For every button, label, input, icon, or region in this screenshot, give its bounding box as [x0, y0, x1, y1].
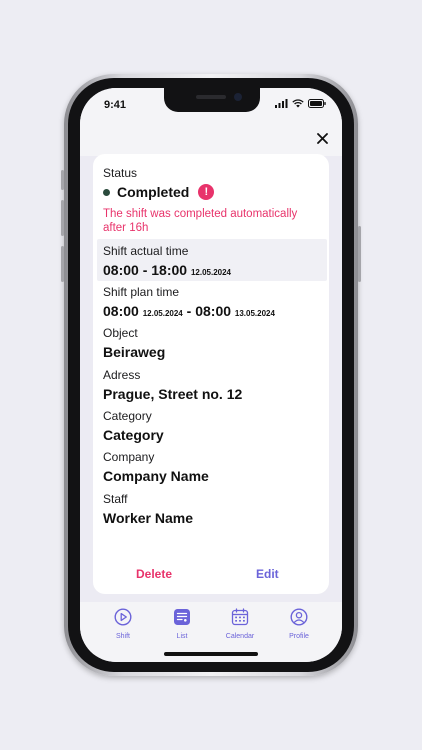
address-value: Prague, Street no. 12	[103, 386, 243, 402]
front-camera	[234, 93, 242, 101]
signal-icon	[275, 99, 288, 108]
plan-time-value: 08:00 12.05.2024 - 08:00 13.05.2024	[103, 303, 323, 319]
company-label: Company	[103, 450, 155, 464]
object-field: Object Beiraweg	[103, 326, 323, 360]
app-screen: 9:41 Status Completed ! The shift was co…	[80, 88, 342, 662]
staff-field: Staff Worker Name	[103, 492, 323, 526]
tab-bar: Shift List Calendar Profile	[80, 602, 342, 662]
actual-time-field: Shift actual time 08:00 - 18:00 12.05.20…	[103, 244, 323, 278]
staff-label: Staff	[103, 492, 128, 506]
top-bar	[80, 120, 342, 156]
tab-profile[interactable]: Profile	[274, 608, 324, 640]
plan-end-date: 13.05.2024	[234, 309, 275, 318]
alert-icon[interactable]: !	[198, 184, 215, 200]
close-icon	[316, 132, 328, 144]
plan-start-date: 12.05.2024	[142, 309, 183, 318]
plan-start-time: 08:00	[103, 303, 139, 319]
actual-time-value: 08:00 - 18:00 12.05.2024	[103, 262, 323, 278]
tab-list-label: List	[176, 633, 188, 640]
system-icons	[275, 99, 326, 108]
tab-shift-label: Shift	[115, 633, 130, 640]
delete-button[interactable]: Delete	[136, 567, 172, 581]
speaker	[196, 95, 226, 99]
staff-value: Worker Name	[103, 510, 194, 526]
calendar-icon	[231, 608, 249, 626]
home-indicator	[164, 652, 258, 656]
actual-time-label: Shift actual time	[103, 244, 189, 258]
tab-shift[interactable]: Shift	[98, 608, 148, 640]
object-label: Object	[103, 326, 138, 340]
category-label: Category	[103, 409, 152, 423]
status-bar: 9:41	[80, 88, 342, 120]
shift-details-card: Status Completed ! The shift was complet…	[93, 154, 329, 594]
category-field: Category Category	[103, 409, 323, 443]
side-button-mute	[61, 170, 64, 190]
edit-button[interactable]: Edit	[256, 567, 279, 581]
company-value: Company Name	[103, 468, 209, 484]
tab-profile-label: Profile	[289, 633, 309, 640]
status-field: Status Completed !	[103, 166, 323, 200]
plan-separator: -	[186, 303, 192, 319]
list-icon	[174, 609, 190, 625]
address-field: Adress Prague, Street no. 12	[103, 368, 323, 402]
address-label: Adress	[103, 368, 141, 382]
play-icon	[114, 608, 132, 626]
battery-icon	[308, 99, 326, 108]
tab-calendar[interactable]: Calendar	[215, 608, 265, 640]
profile-icon	[290, 608, 308, 626]
plan-time-field: Shift plan time 08:00 12.05.2024 - 08:00…	[103, 285, 323, 319]
clock: 9:41	[104, 99, 127, 111]
plan-end-time: 08:00	[195, 303, 232, 319]
wifi-icon	[292, 99, 304, 108]
company-field: Company Company Name	[103, 450, 323, 484]
auto-complete-warning: The shift was completed automatically af…	[103, 208, 298, 234]
category-value: Category	[103, 427, 164, 443]
status-label: Status	[103, 166, 138, 180]
notch	[164, 88, 260, 112]
status-value: Completed	[117, 184, 190, 200]
status-row: Completed !	[103, 184, 323, 200]
object-value: Beiraweg	[103, 344, 166, 360]
actual-date: 12.05.2024	[190, 268, 231, 277]
tab-list[interactable]: List	[157, 608, 207, 640]
status-dot	[103, 188, 110, 196]
side-button-volume-up	[61, 200, 64, 236]
actual-time-range: 08:00 - 18:00	[103, 262, 188, 278]
close-button[interactable]	[312, 128, 332, 148]
side-button-power	[358, 226, 361, 282]
plan-time-label: Shift plan time	[103, 285, 180, 299]
tab-calendar-label: Calendar	[225, 633, 255, 640]
side-button-volume-down	[61, 246, 64, 282]
